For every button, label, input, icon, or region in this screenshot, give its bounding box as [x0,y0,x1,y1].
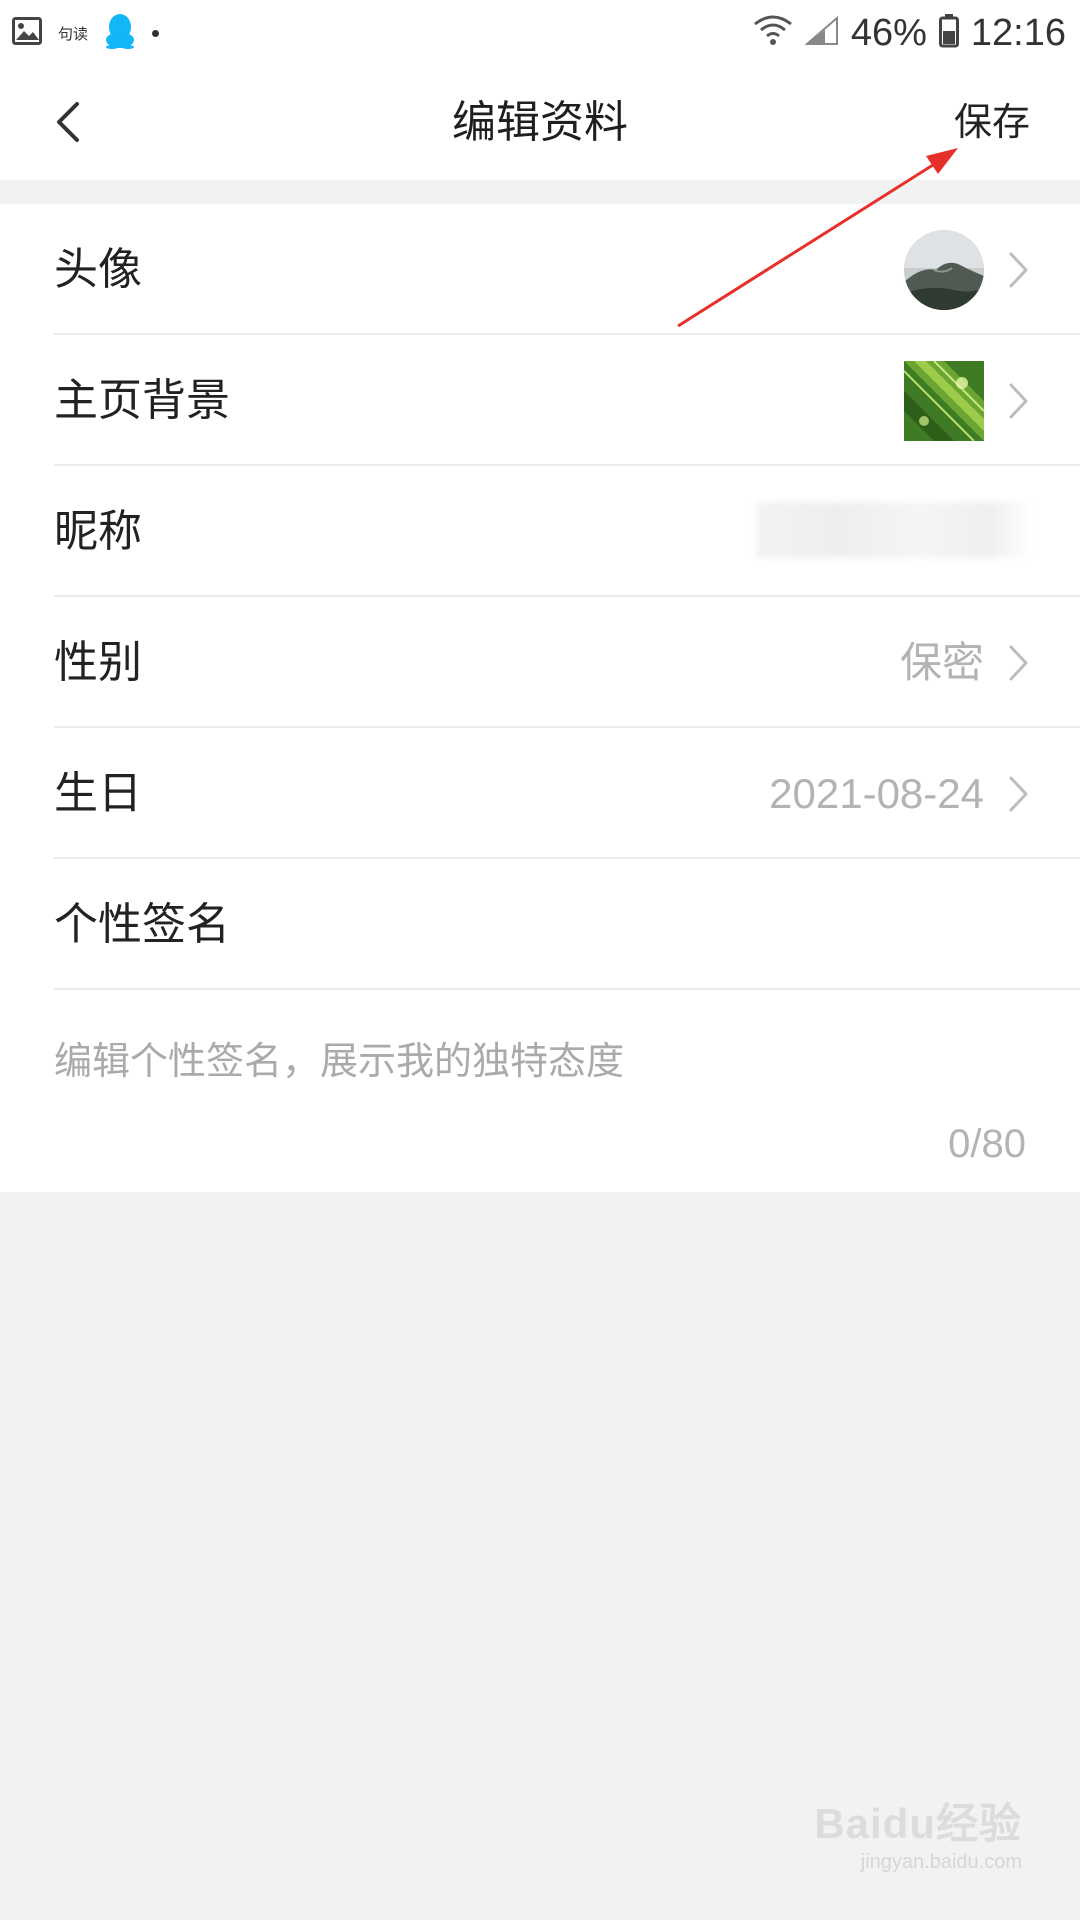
signature-label: 个性签名 [54,899,230,950]
profile-form: 头像 主页背景 昵称 性别 保密 生日 2021-08-24 个性签名 编辑个性… [0,204,1080,1192]
qq-icon [104,13,136,53]
battery-icon [938,14,959,52]
avatar-label: 头像 [54,244,142,295]
divider [54,988,1080,990]
birthday-row[interactable]: 生日 2021-08-24 [0,728,1080,859]
nickname-value-blurred[interactable] [756,502,1032,558]
chevron-right-icon [1009,252,1028,288]
signature-row: 个性签名 [0,859,1080,990]
gender-label: 性别 [54,637,142,688]
battery-percent: 46% [850,11,927,54]
clock: 12:16 [970,11,1066,54]
page-title: 编辑资料 [452,97,628,148]
save-button[interactable]: 保存 [954,92,1030,152]
watermark-brand: Baidu经验 [814,1800,1022,1847]
background-thumbnail[interactable] [904,361,984,441]
nav-header: 编辑资料 保存 [0,66,1080,180]
chevron-right-icon [1009,645,1028,681]
homepage-background-row[interactable]: 主页背景 [0,335,1080,466]
app-notification-text: 句读 [58,24,89,43]
status-bar: 句读 46% 12:16 [0,0,1080,66]
birthday-value: 2021-08-24 [769,770,984,817]
back-button[interactable] [40,94,96,150]
avatar-row[interactable]: 头像 [0,204,1080,335]
gender-value: 保密 [899,639,984,686]
watermark-url: jingyan.baidu.com [860,1851,1022,1873]
chevron-right-icon [1009,776,1028,812]
signature-char-counter: 0/80 [948,1122,1026,1166]
homepage-background-label: 主页背景 [54,375,230,426]
notification-dot [152,29,160,37]
avatar[interactable] [904,230,984,310]
signal-icon [804,15,839,50]
wifi-icon [753,14,793,52]
birthday-label: 生日 [54,768,142,819]
nickname-label: 昵称 [54,506,142,557]
gender-row[interactable]: 性别 保密 [0,597,1080,728]
chevron-right-icon [1009,383,1028,419]
chevron-left-icon [57,102,79,142]
signature-input[interactable]: 编辑个性签名，展示我的独特态度 [54,1030,624,1085]
watermark: Baidu经验 jingyan.baidu.com [812,1790,1022,1880]
gallery-icon [12,17,42,49]
nickname-row[interactable]: 昵称 [0,466,1080,597]
